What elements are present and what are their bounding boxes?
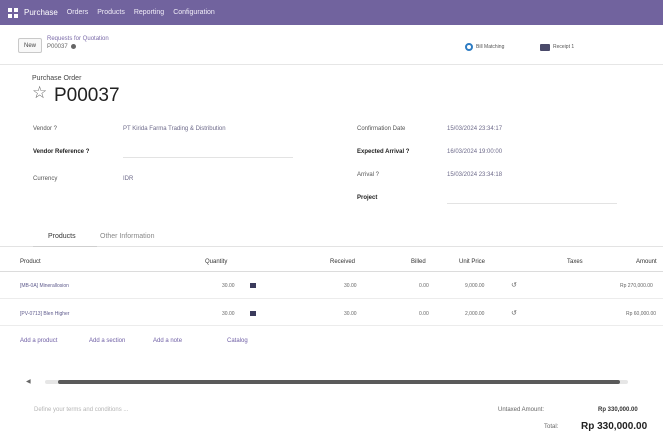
add-section-link[interactable]: Add a section: [89, 338, 125, 344]
receipt-button[interactable]: Receipt 1: [540, 38, 574, 56]
new-button[interactable]: New: [18, 38, 42, 53]
row2-billed: 0.00: [419, 311, 429, 317]
currency-field[interactable]: IDR: [123, 176, 133, 182]
page-title: P00037: [54, 85, 120, 106]
column-header-unit-price[interactable]: Unit Price: [459, 259, 485, 265]
row1-product[interactable]: [MB-0A] Minerallosion: [20, 283, 69, 289]
tab-other-information[interactable]: Other Information: [100, 233, 154, 240]
globe-icon: [465, 43, 473, 51]
row2-amount: Rp 60,000.00: [626, 311, 657, 317]
nav-configuration[interactable]: Configuration: [173, 9, 215, 16]
add-product-link[interactable]: Add a product: [20, 338, 57, 344]
table-header-border: [0, 271, 663, 272]
top-navbar: Purchase Orders Products Reporting Confi…: [0, 0, 663, 25]
row1-amount: Rp 270,000.00: [620, 283, 653, 289]
row2-unit-price[interactable]: 2,000.00: [465, 311, 484, 317]
expected-arrival-label: Expected Arrival ?: [357, 149, 410, 155]
gear-icon[interactable]: [70, 44, 76, 49]
scrollbar-thumb[interactable]: [58, 380, 620, 384]
currency-label: Currency: [33, 176, 58, 182]
reset-price-icon[interactable]: ↺: [511, 309, 517, 317]
breadcrumb-current-label: P00037: [47, 44, 68, 51]
column-header-amount[interactable]: Amount: [636, 259, 657, 265]
bill-matching-label: Bill Matching: [476, 44, 505, 50]
total-label: Total:: [544, 424, 559, 430]
forecast-chart-icon[interactable]: [250, 311, 256, 316]
sheet-label: Purchase Order: [32, 75, 82, 82]
truck-icon: [540, 43, 550, 51]
tab-products[interactable]: Products: [48, 233, 76, 240]
confirmation-date-label: Confirmation Date: [357, 126, 406, 132]
tab-border: [0, 246, 663, 247]
vendor-field[interactable]: PT Kirida Farma Trading & Distribution: [123, 126, 226, 132]
vendor-reference-label: Vendor Reference ?: [33, 149, 90, 155]
arrival-label: Arrival ?: [357, 172, 380, 178]
add-note-link[interactable]: Add a note: [153, 338, 182, 344]
row-separator: [0, 298, 663, 299]
scroll-left-arrow-icon[interactable]: ◀: [26, 378, 31, 385]
column-header-received[interactable]: Received: [330, 259, 355, 265]
vendor-reference-underline: [123, 157, 293, 158]
row-separator: [0, 325, 663, 326]
untaxed-amount-label: Untaxed Amount:: [498, 407, 545, 413]
breadcrumb-current: P00037: [47, 44, 76, 50]
row1-received[interactable]: 30.00: [344, 283, 357, 289]
row2-received[interactable]: 30.00: [344, 311, 357, 317]
nav-orders[interactable]: Orders: [67, 9, 88, 16]
arrival-field[interactable]: 15/03/2024 23:34:18: [447, 172, 502, 178]
project-underline: [447, 203, 617, 204]
forecast-chart-icon[interactable]: [250, 283, 256, 288]
star-icon[interactable]: ☆: [32, 84, 47, 101]
column-header-product[interactable]: Product: [20, 259, 41, 265]
breadcrumb-parent[interactable]: Requests for Quotation: [47, 36, 109, 42]
nav-reporting[interactable]: Reporting: [134, 9, 164, 16]
catalog-link[interactable]: Catalog: [227, 338, 248, 344]
column-header-taxes[interactable]: Taxes: [567, 259, 583, 265]
row1-quantity[interactable]: 30.00: [222, 283, 235, 289]
row2-quantity[interactable]: 30.00: [222, 311, 235, 317]
column-header-billed[interactable]: Billed: [411, 259, 426, 265]
row2-product[interactable]: [PV-0713] Blen Higher: [20, 311, 69, 317]
untaxed-amount-value: Rp 330,000.00: [598, 407, 638, 413]
row1-unit-price[interactable]: 9,000.00: [465, 283, 484, 289]
bill-matching-button[interactable]: Bill Matching: [465, 38, 504, 56]
control-panel: New Requests for Quotation P00037 Bill M…: [0, 25, 663, 65]
nav-app-purchase[interactable]: Purchase: [24, 8, 58, 17]
reset-price-icon[interactable]: ↺: [511, 281, 517, 289]
receipt-label: Receipt 1: [553, 44, 575, 50]
nav-products[interactable]: Products: [97, 9, 125, 16]
tab-active-outline: [33, 246, 97, 247]
project-label: Project: [357, 195, 378, 201]
terms-conditions-field[interactable]: Define your terms and conditions ...: [34, 407, 128, 413]
expected-arrival-field[interactable]: 16/03/2024 19:00:00: [447, 149, 502, 155]
vendor-label: Vendor ?: [33, 126, 58, 132]
row1-billed: 0.00: [419, 283, 429, 289]
apps-menu-icon[interactable]: [8, 7, 18, 18]
total-value: Rp 330,000.00: [581, 421, 648, 432]
column-header-quantity[interactable]: Quantity: [205, 259, 227, 265]
confirmation-date-field[interactable]: 15/03/2024 23:34:17: [447, 126, 502, 132]
